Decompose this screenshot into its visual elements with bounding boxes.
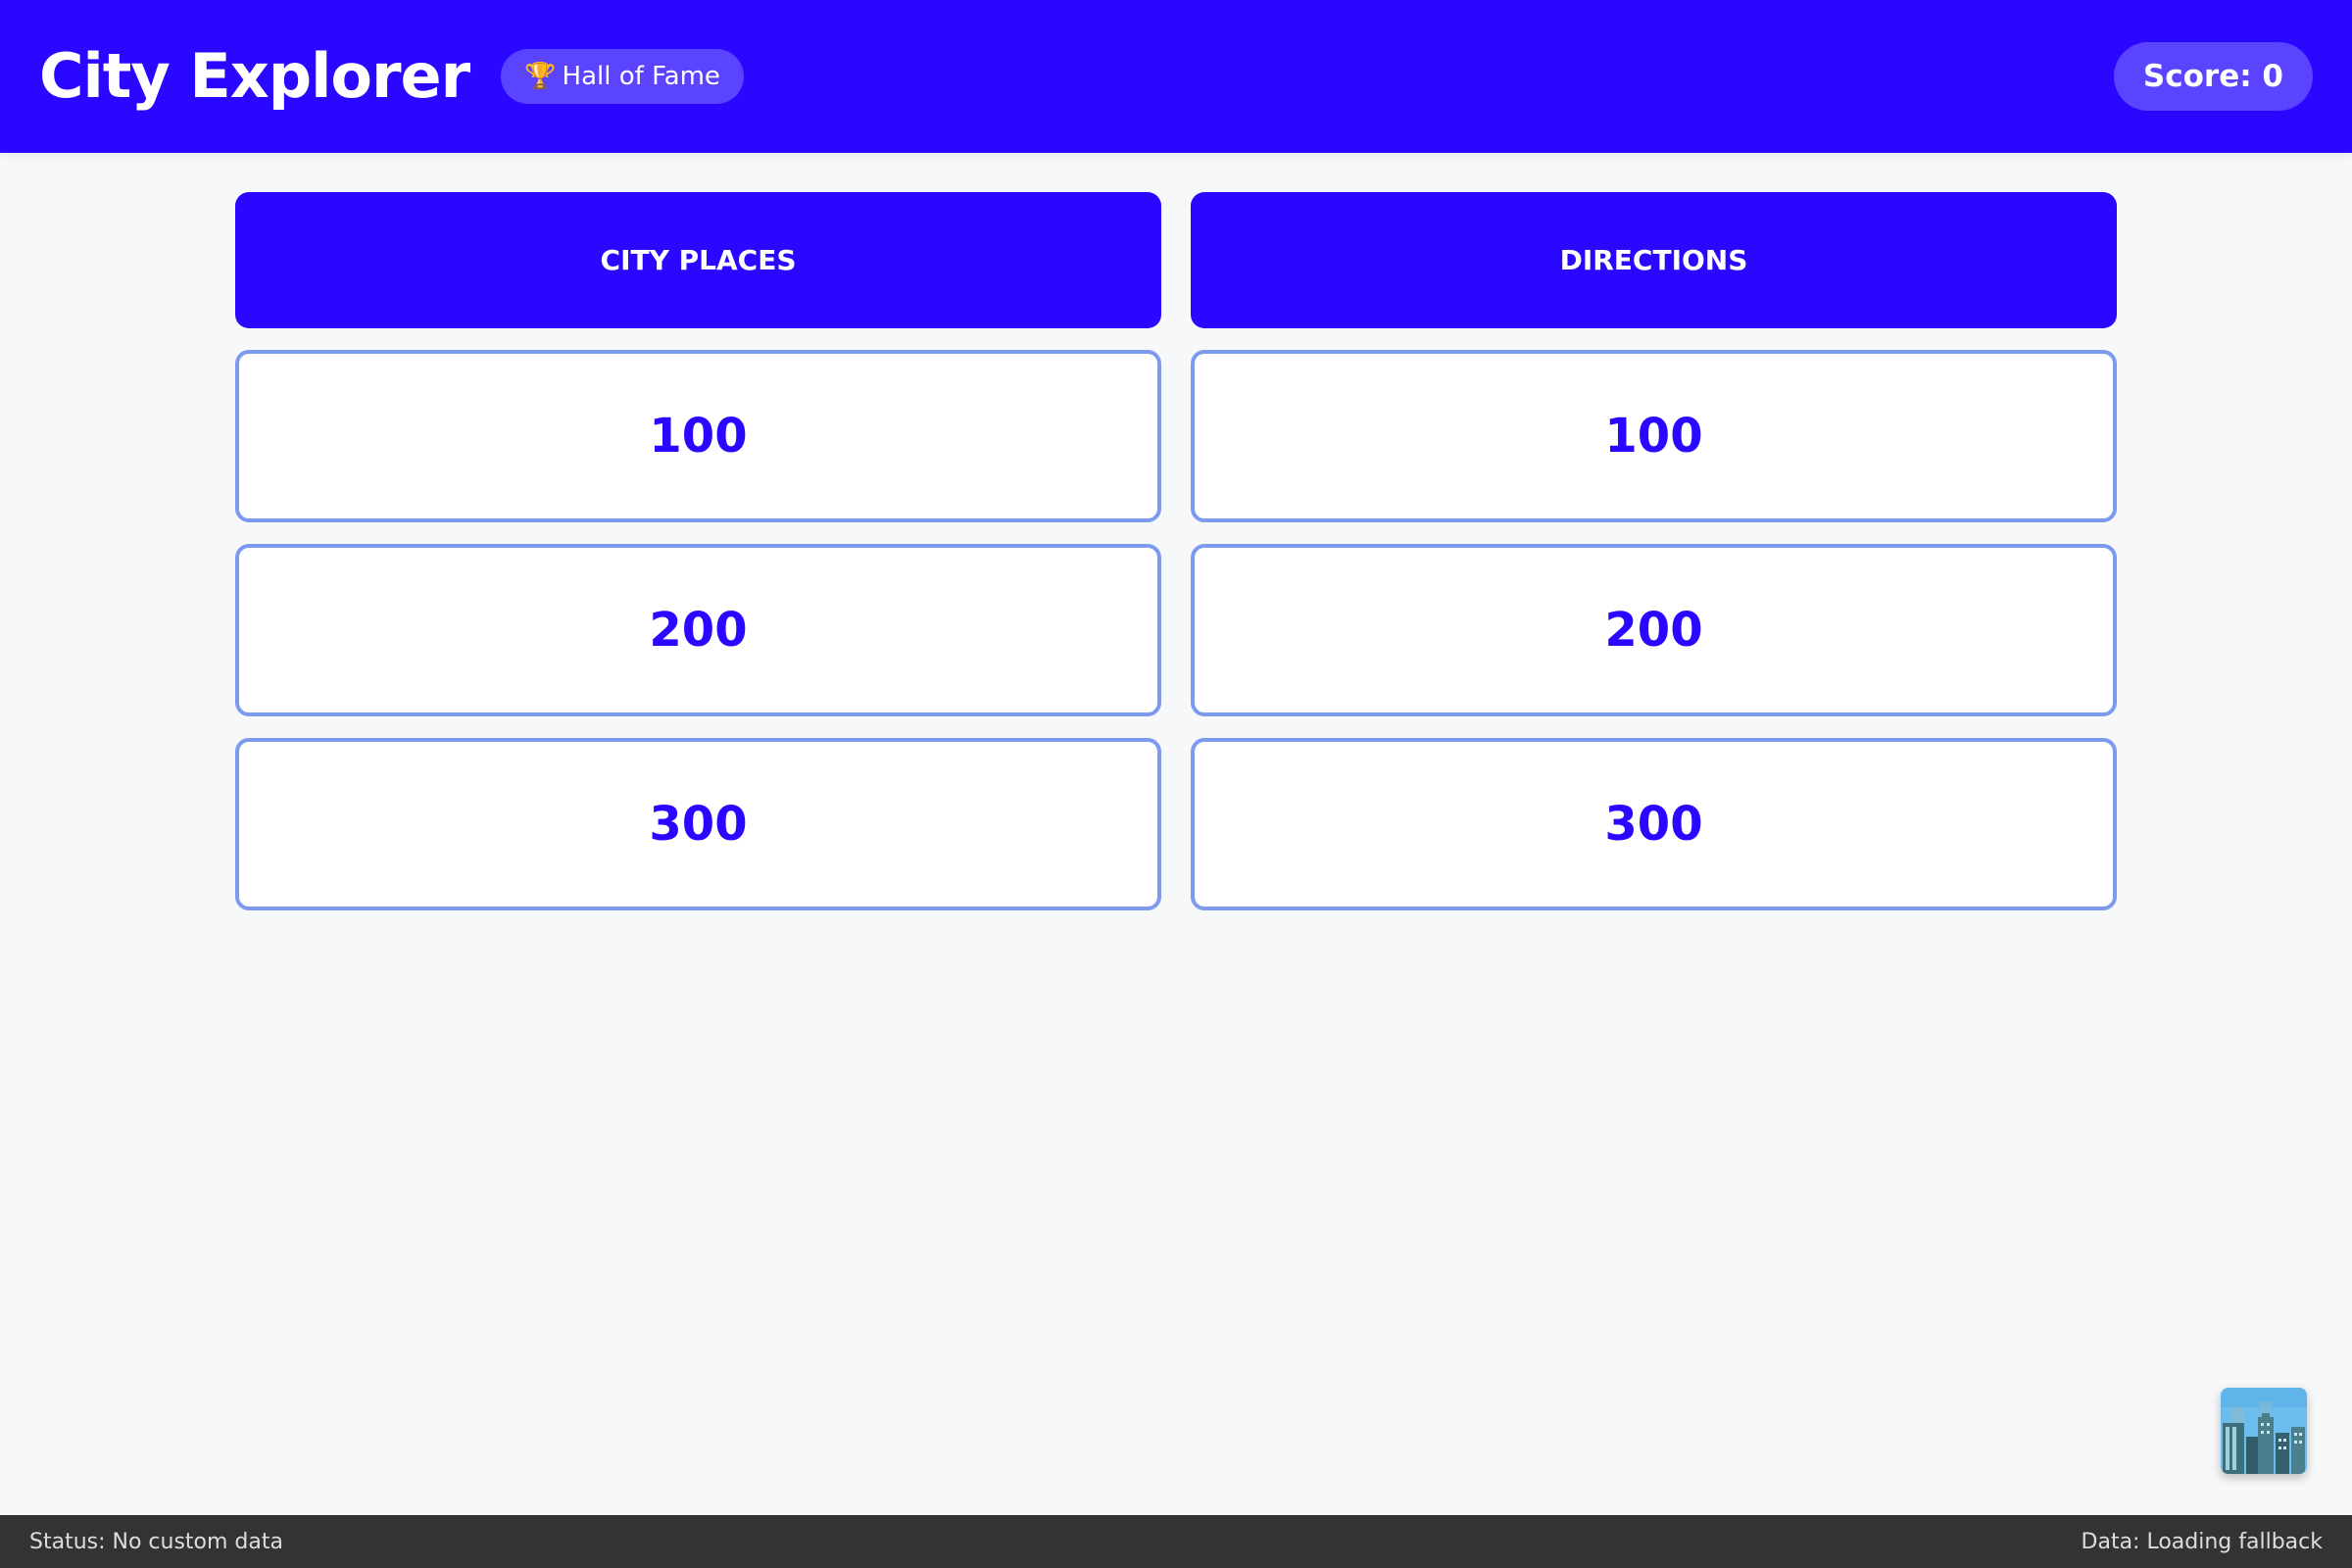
question-card[interactable]: 200 — [1191, 544, 2117, 716]
top-header: City Explorer 🏆 Hall of Fame Score: 0 — [0, 0, 2352, 153]
app-root: City Explorer 🏆 Hall of Fame Score: 0 Ci… — [0, 0, 2352, 1568]
app-title: City Explorer — [39, 40, 470, 112]
question-card[interactable]: 300 — [1191, 738, 2117, 910]
question-card[interactable]: 100 — [1191, 350, 2117, 522]
question-card[interactable]: 200 — [235, 544, 1161, 716]
category-header: Directions — [1191, 192, 2117, 328]
category-column-city-places: City Places 100 200 300 — [235, 192, 1161, 932]
city-skyline-button[interactable] — [2221, 1388, 2307, 1474]
hall-of-fame-label: Hall of Fame — [562, 62, 720, 91]
score-label: Score: 0 — [2142, 59, 2283, 94]
status-text: Status: No custom data — [29, 1529, 283, 1554]
score-display: Score: 0 — [2113, 42, 2313, 111]
category-column-directions: Directions 100 200 300 — [1191, 192, 2117, 932]
trophy-icon: 🏆 — [524, 62, 557, 91]
city-skyline-icon — [2221, 1388, 2307, 1474]
hall-of-fame-button[interactable]: 🏆 Hall of Fame — [501, 49, 744, 104]
status-bar: Status: No custom data Data: Loading fal… — [0, 1515, 2352, 1568]
question-card[interactable]: 100 — [235, 350, 1161, 522]
question-card[interactable]: 300 — [235, 738, 1161, 910]
data-source-text: Data: Loading fallback — [2081, 1529, 2323, 1554]
category-header: City Places — [235, 192, 1161, 328]
game-board: City Places 100 200 300 Directions 100 2… — [235, 192, 2117, 932]
